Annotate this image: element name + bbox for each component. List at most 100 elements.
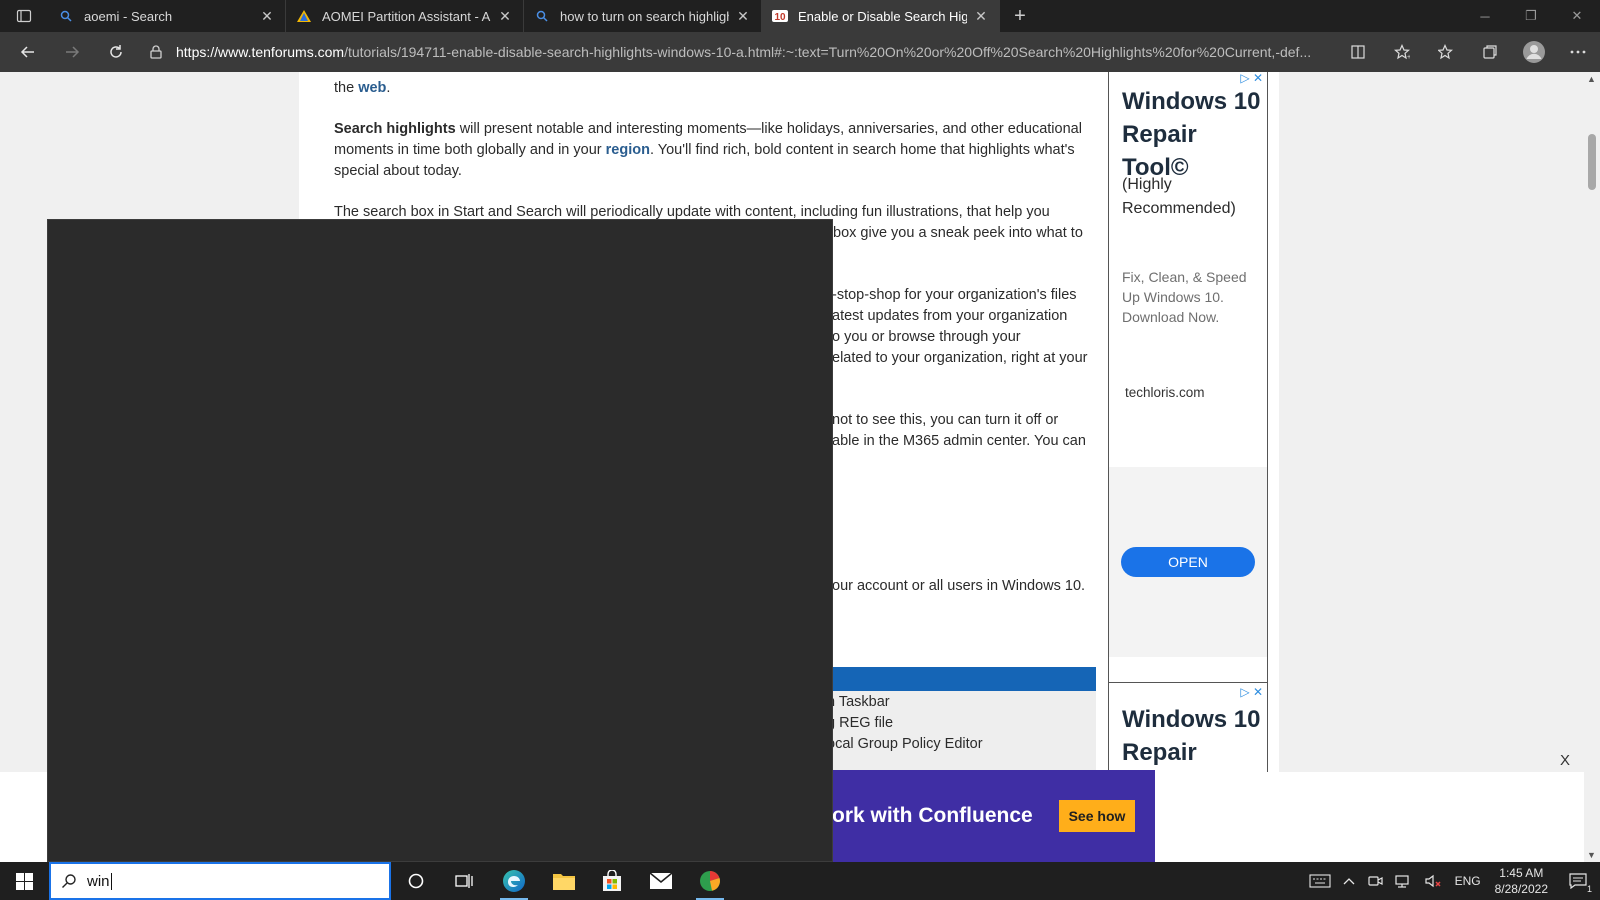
search-highlights-paragraph: Search highlights will present notable a… <box>334 119 1094 182</box>
show-hidden-icons-icon[interactable] <box>1337 862 1361 900</box>
back-button[interactable] <box>6 32 50 72</box>
org-paragraph-line-2: atest updates from your organization <box>832 308 1068 324</box>
aomei-partition-assistant-button[interactable] <box>686 862 734 900</box>
mail-icon <box>649 872 673 889</box>
system-tray: ENG 1:45 AM 8/28/2022 1 <box>1303 862 1600 900</box>
store-icon <box>603 870 621 891</box>
org-paragraph-line-4: elated to your organization, right at yo… <box>832 350 1088 366</box>
toc-item-group-policy[interactable]: ocal Group Policy Editor <box>827 736 983 752</box>
url-host: https://www.tenforums.com <box>176 44 345 60</box>
tab-title: AOMEI Partition Assistant - A Sa <box>322 8 491 24</box>
keyboard-icon[interactable] <box>1303 862 1337 900</box>
lock-icon[interactable] <box>150 45 176 59</box>
search-icon <box>534 8 550 24</box>
favorites-icon[interactable] <box>1424 32 1468 72</box>
tab-enable-disable-search-highlights[interactable]: 10 Enable or Disable Search Highlig ✕ <box>762 0 1000 32</box>
start-button[interactable] <box>0 862 48 900</box>
region-link[interactable]: region <box>606 142 650 158</box>
sidebar-ad[interactable]: ▷ ✕ Windows 10 Repair Tool© (Highly Reco… <box>1108 72 1268 732</box>
restore-icon[interactable]: ❐ <box>1508 0 1554 32</box>
confluence-banner-ad[interactable]: ork with Confluence See how <box>832 770 1155 862</box>
more-menu-icon[interactable] <box>1556 32 1600 72</box>
window-controls: ─ ❐ ✕ <box>1462 0 1600 32</box>
toc-item-taskbar[interactable]: n Taskbar <box>827 694 890 710</box>
tab-aoemi-search[interactable]: aoemi - Search ✕ <box>48 0 286 32</box>
meet-now-icon[interactable] <box>1361 862 1389 900</box>
tab-aomei-partition[interactable]: AOMEI Partition Assistant - A Sa ✕ <box>286 0 524 32</box>
task-view-button[interactable] <box>440 862 488 900</box>
close-window-icon[interactable]: ✕ <box>1554 0 1600 32</box>
admin-paragraph-line-2: able in the M365 admin center. You can <box>832 433 1086 449</box>
toc-item-reg-file[interactable]: g REG file <box>827 715 893 731</box>
intro-text-end: . <box>386 80 391 96</box>
folder-icon <box>553 874 575 890</box>
intro-text: the <box>334 80 359 96</box>
back-arrow-icon <box>20 46 34 58</box>
scroll-up-icon[interactable]: ▲ <box>1587 74 1596 84</box>
refresh-icon <box>110 45 122 58</box>
svg-text:+: + <box>1407 54 1410 60</box>
url-text: https://www.tenforums.com/tutorials/1947… <box>176 44 1311 60</box>
see-how-button[interactable]: See how <box>1059 800 1135 832</box>
action-center-button[interactable]: 1 <box>1556 862 1600 900</box>
banner-close-button[interactable]: X <box>1560 752 1580 772</box>
clock-date: 8/28/2022 <box>1494 882 1548 896</box>
search-query: win <box>87 872 112 890</box>
address-bar[interactable]: https://www.tenforums.com/tutorials/1947… <box>150 36 1325 68</box>
new-tab-button[interactable]: + <box>1000 0 1040 32</box>
ad-open-button[interactable]: OPEN <box>1121 547 1255 577</box>
search-icon <box>58 8 74 24</box>
scroll-down-icon[interactable]: ▼ <box>1587 850 1596 860</box>
ad-subtitle: (Highly Recommended) <box>1122 176 1236 217</box>
close-tab-icon[interactable]: ✕ <box>259 8 275 25</box>
close-tab-icon[interactable]: ✕ <box>973 8 989 25</box>
tenforums-icon: 10 <box>772 8 788 24</box>
tab-title: Enable or Disable Search Highlig <box>798 8 967 24</box>
tab-actions-icon <box>16 9 32 23</box>
web-link[interactable]: web <box>358 80 386 96</box>
windows-logo-icon <box>15 872 33 890</box>
collections-icon[interactable] <box>1468 32 1512 72</box>
url-path: /tutorials/194711-enable-disable-search-… <box>344 44 1312 60</box>
org-paragraph-line-3: o you or browse through your <box>832 329 1021 345</box>
taskbar-search-input[interactable]: win <box>49 862 391 900</box>
admin-paragraph-line-1: not to see this, you can turn it off or <box>832 412 1059 428</box>
pie-chart-app-icon <box>700 871 720 891</box>
clock-time: 1:45 AM <box>1499 866 1544 880</box>
notification-icon <box>1569 873 1587 889</box>
immersive-reader-icon[interactable] <box>1336 32 1380 72</box>
start-search-panel <box>47 219 833 862</box>
volume-muted-icon[interactable] <box>1419 862 1449 900</box>
intro-line: the web. <box>334 78 1094 99</box>
forward-button[interactable] <box>50 32 94 72</box>
banner-text: ork with Confluence <box>832 804 1033 827</box>
search-box-paragraph-tail: box give you a sneak peek into what to <box>833 225 1083 241</box>
refresh-button[interactable] <box>94 32 138 72</box>
language-indicator[interactable]: ENG <box>1449 862 1487 900</box>
browser-tab-strip: aoemi - Search ✕ AOMEI Partition Assista… <box>0 0 1600 32</box>
org-paragraph-line-1: -stop-shop for your organization's files <box>832 287 1077 303</box>
clock[interactable]: 1:45 AM 8/28/2022 <box>1487 865 1556 897</box>
edge-taskbar-button[interactable] <box>490 862 538 900</box>
taskbar: win ENG 1:45 AM 8/28/2022 1 <box>0 862 1600 900</box>
page-scrollbar[interactable]: ▲ ▼ <box>1584 72 1600 862</box>
profile-avatar-icon[interactable] <box>1512 32 1556 72</box>
ad-choices-icon[interactable]: ▷ ✕ <box>1240 685 1263 699</box>
scrollbar-thumb[interactable] <box>1588 134 1596 190</box>
ad-choices-icon[interactable]: ▷ ✕ <box>1240 72 1263 85</box>
ad-domain: techloris.com <box>1125 385 1205 400</box>
file-explorer-button[interactable] <box>540 862 588 900</box>
close-tab-icon[interactable]: ✕ <box>735 8 751 25</box>
minimize-icon[interactable]: ─ <box>1462 0 1508 32</box>
store-button[interactable] <box>588 862 636 900</box>
tab-search-highlights[interactable]: how to turn on search highlight ✕ <box>524 0 762 32</box>
network-icon[interactable] <box>1389 862 1419 900</box>
edge-icon <box>503 870 525 892</box>
add-favorite-icon[interactable]: + <box>1380 32 1424 72</box>
notification-count: 1 <box>1586 884 1592 894</box>
mail-button[interactable] <box>637 862 685 900</box>
tab-actions-button[interactable] <box>0 0 48 32</box>
task-view-icon <box>455 874 473 888</box>
cortana-button[interactable] <box>392 862 440 900</box>
close-tab-icon[interactable]: ✕ <box>497 8 513 25</box>
